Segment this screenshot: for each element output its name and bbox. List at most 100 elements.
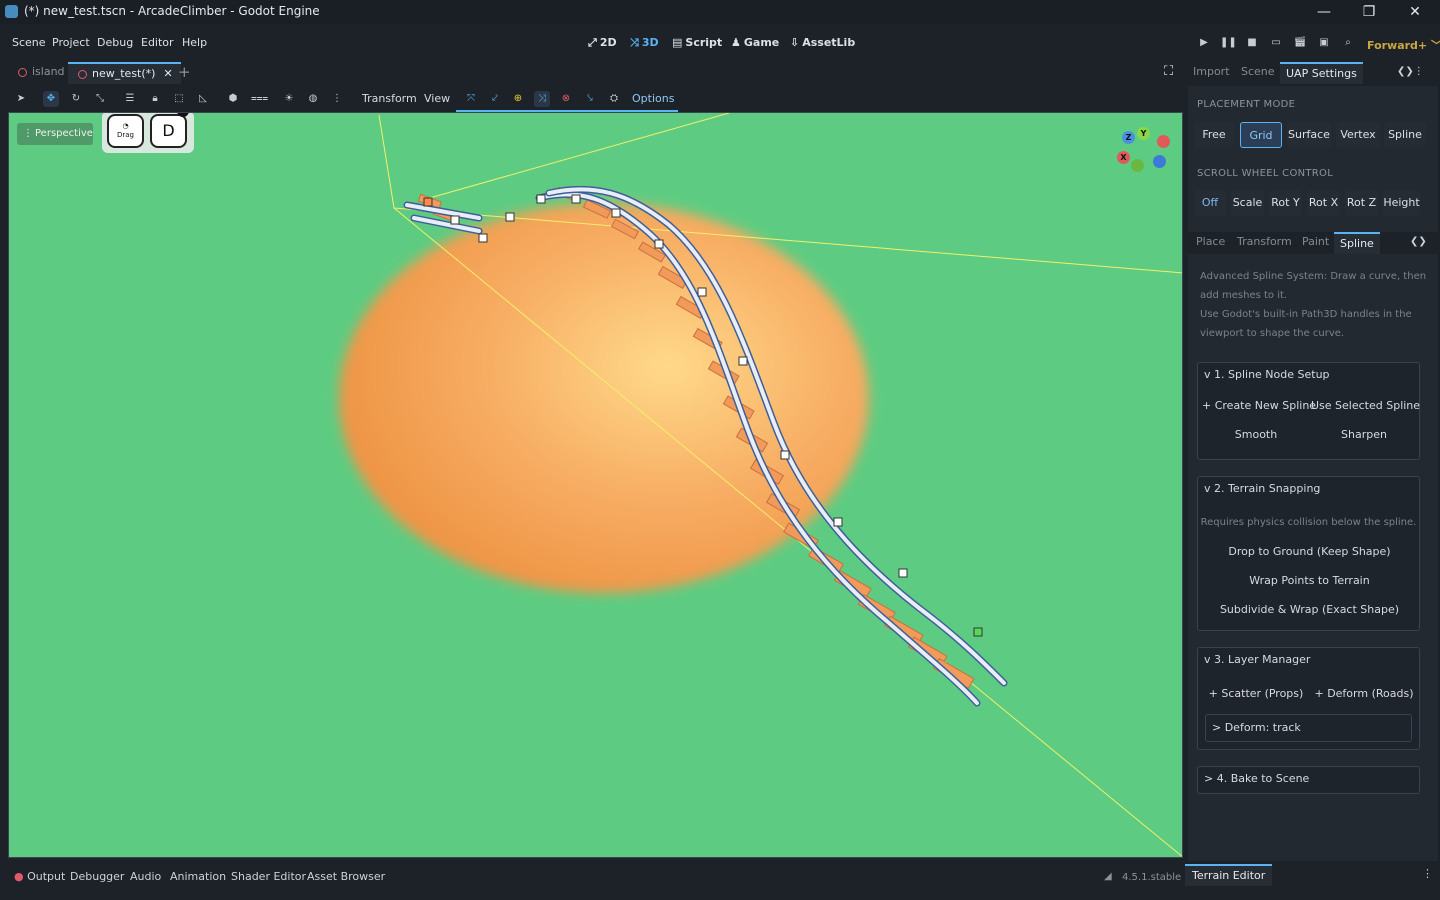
- placement-vertex[interactable]: Vertex: [1336, 122, 1380, 148]
- close-curve-icon[interactable]: ⤨: [534, 91, 550, 107]
- subtab-paint[interactable]: Paint: [1296, 232, 1335, 254]
- distraction-free-icon[interactable]: ⛶: [1164, 64, 1173, 79]
- sun-icon[interactable]: ☀: [281, 91, 297, 107]
- main-2d-button[interactable]: ⤢ 2D: [588, 36, 617, 50]
- section1-title[interactable]: v 1. Spline Node Setup: [1204, 368, 1330, 381]
- main-assetlib-button[interactable]: ⇩ AssetLib: [790, 36, 855, 49]
- rotate-mode-icon[interactable]: ↻: [68, 91, 84, 107]
- section4-title[interactable]: > 4. Bake to Scene: [1204, 772, 1309, 785]
- play-scene-icon[interactable]: 🎬︎: [1292, 36, 1308, 50]
- scene-tab-island[interactable]: island: [8, 62, 73, 84]
- section3-title[interactable]: v 3. Layer Manager: [1204, 653, 1310, 666]
- remote-debug-icon[interactable]: ▭: [1268, 36, 1284, 50]
- perspective-menu-button[interactable]: ⋮ Perspective: [17, 123, 93, 145]
- play-custom-icon[interactable]: ▣: [1316, 36, 1332, 50]
- delete-point-icon[interactable]: ⊗: [558, 91, 574, 107]
- layer-deform-track[interactable]: > Deform: track: [1205, 714, 1412, 742]
- pause-icon[interactable]: ❚❚: [1220, 36, 1237, 50]
- dock-tab-import[interactable]: Import: [1187, 62, 1236, 84]
- gizmo-z-pos[interactable]: [1153, 155, 1166, 168]
- renderer-selector[interactable]: Forward+ ﹀: [1367, 37, 1440, 53]
- add-deform-button[interactable]: + Deform (Roads): [1311, 682, 1417, 706]
- movie-maker-icon[interactable]: ⌕: [1340, 36, 1356, 50]
- menu-debug[interactable]: Debug: [97, 36, 133, 49]
- bottom-tab-output[interactable]: ● Output: [14, 870, 65, 883]
- subdivide-wrap-button[interactable]: Subdivide & Wrap (Exact Shape): [1202, 598, 1417, 622]
- subtab-transform[interactable]: Transform: [1231, 232, 1298, 254]
- close-tab-icon[interactable]: ✕: [163, 67, 172, 80]
- path-options-icon[interactable]: ⛭: [606, 91, 622, 107]
- bottom-tab-shader-editor[interactable]: Shader Editor: [231, 870, 306, 883]
- scroll-rot-y[interactable]: Rot Y: [1269, 190, 1302, 216]
- environment-icon[interactable]: ◍: [305, 91, 321, 107]
- maximize-button[interactable]: ❐: [1359, 2, 1379, 22]
- minimize-button[interactable]: —: [1314, 2, 1334, 22]
- select-points-icon[interactable]: ⤧: [463, 91, 479, 107]
- snap-icon[interactable]: ⩶: [251, 91, 268, 107]
- view-gizmo[interactable]: Y Z X: [1117, 127, 1170, 175]
- add-point-icon[interactable]: ⊕: [510, 91, 526, 107]
- scroll-scale[interactable]: Scale: [1231, 190, 1264, 216]
- main-3d-button[interactable]: ⤨ 3D: [630, 36, 659, 50]
- lock-icon[interactable]: 🔒︎: [147, 91, 163, 107]
- dock-tab-uap-settings[interactable]: UAP Settings: [1280, 62, 1363, 84]
- create-new-spline-button[interactable]: + Create New Spline: [1202, 394, 1316, 418]
- menu-scene[interactable]: Scene: [12, 36, 46, 49]
- placement-spline[interactable]: Spline: [1384, 122, 1426, 148]
- menu-editor[interactable]: Editor: [141, 36, 174, 49]
- main-script-button[interactable]: ▤ Script: [672, 36, 722, 49]
- transform-menu[interactable]: Transform: [362, 92, 417, 105]
- gizmo-x[interactable]: X: [1117, 151, 1130, 164]
- menu-help[interactable]: Help: [182, 36, 207, 49]
- bottom-tab-animation[interactable]: Animation: [170, 870, 226, 883]
- wrap-points-button[interactable]: Wrap Points to Terrain: [1202, 569, 1417, 593]
- scene-tab-new-test[interactable]: new_test(*) ✕: [68, 62, 181, 84]
- local-space-icon[interactable]: ⬢: [225, 91, 241, 107]
- play-icon[interactable]: ▶: [1196, 36, 1212, 50]
- placement-grid[interactable]: Grid: [1240, 122, 1282, 148]
- options-menu[interactable]: Options: [632, 92, 674, 105]
- gizmo-y[interactable]: Y: [1137, 127, 1150, 140]
- view-menu[interactable]: View: [424, 92, 450, 105]
- main-game-button[interactable]: ♟ Game: [731, 36, 779, 49]
- list-select-icon[interactable]: ☰: [122, 91, 138, 107]
- sharpen-button[interactable]: Sharpen: [1311, 423, 1417, 447]
- section2-title[interactable]: v 2. Terrain Snapping: [1204, 482, 1320, 495]
- clear-points-icon[interactable]: ⤥: [582, 91, 598, 107]
- close-window-button[interactable]: ✕: [1405, 2, 1425, 22]
- subtab-place[interactable]: Place: [1190, 232, 1231, 254]
- gizmo-z[interactable]: Z: [1122, 131, 1135, 144]
- scroll-rot-z[interactable]: Rot Z: [1345, 190, 1378, 216]
- add-tab-icon[interactable]: +: [178, 63, 191, 81]
- scroll-rot-x[interactable]: Rot X: [1307, 190, 1340, 216]
- ruler-icon[interactable]: ◺: [195, 91, 211, 107]
- smooth-button[interactable]: Smooth: [1202, 423, 1310, 447]
- dock-nav-icon[interactable]: ❮❯⋮: [1397, 66, 1424, 77]
- scroll-off[interactable]: Off: [1194, 190, 1226, 216]
- bottom-tab-debugger[interactable]: Debugger: [70, 870, 124, 883]
- use-selected-spline-button[interactable]: Use Selected Spline: [1311, 394, 1420, 418]
- subtab-spline[interactable]: Spline: [1334, 232, 1380, 254]
- subtab-nav-icon[interactable]: ❮❯: [1410, 236, 1427, 247]
- placement-surface[interactable]: Surface: [1287, 122, 1331, 148]
- placement-free[interactable]: Free: [1194, 122, 1234, 148]
- more-options-icon[interactable]: ⋮: [329, 91, 345, 107]
- menu-project[interactable]: Project: [52, 36, 90, 49]
- select-mode-icon[interactable]: ➤: [13, 91, 29, 107]
- dock-tab-scene[interactable]: Scene: [1235, 62, 1281, 84]
- scale-mode-icon[interactable]: ⤡: [92, 91, 108, 107]
- group-icon[interactable]: ⬚: [171, 91, 187, 107]
- drop-to-ground-button[interactable]: Drop to Ground (Keep Shape): [1202, 540, 1417, 564]
- scroll-height[interactable]: Height: [1383, 190, 1420, 216]
- add-scatter-button[interactable]: + Scatter (Props): [1202, 682, 1310, 706]
- 3d-viewport[interactable]: ⋮Perspective ◔Drag D 2 Y Z X: [8, 112, 1183, 858]
- gizmo-x-pos[interactable]: [1157, 135, 1170, 148]
- gizmo-y-neg[interactable]: [1131, 159, 1144, 172]
- stop-icon[interactable]: ■: [1244, 36, 1260, 50]
- move-mode-icon[interactable]: ✥: [43, 91, 59, 107]
- bottom-tab-audio[interactable]: Audio: [130, 870, 161, 883]
- bottom-tab-asset-browser[interactable]: Asset Browser: [307, 870, 385, 883]
- select-control-points-icon[interactable]: ⤦: [487, 91, 503, 107]
- terrain-editor-tab[interactable]: Terrain Editor: [1185, 864, 1273, 886]
- dock-menu-icon[interactable]: ⋮: [1422, 867, 1433, 880]
